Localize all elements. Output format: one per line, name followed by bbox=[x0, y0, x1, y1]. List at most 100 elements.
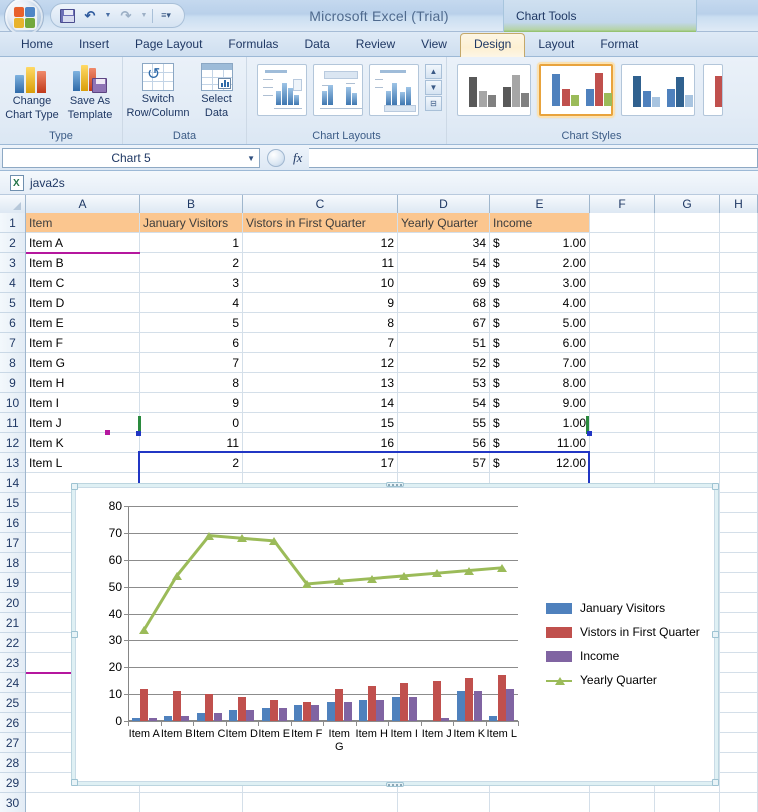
row-header-12[interactable]: 12 bbox=[0, 433, 25, 453]
chart-style-thumb-2-selected[interactable] bbox=[539, 64, 613, 116]
select-data-button[interactable]: Select Data bbox=[191, 60, 242, 119]
cell-item-6[interactable]: Item G bbox=[26, 353, 140, 373]
chart-line-marker-6[interactable] bbox=[334, 577, 345, 586]
cell-empty-20-7[interactable] bbox=[720, 593, 758, 613]
tab-insert[interactable]: Insert bbox=[66, 34, 122, 56]
change-chart-type-button[interactable]: Change Chart Type bbox=[4, 60, 60, 121]
row-header-21[interactable]: 21 bbox=[0, 613, 25, 633]
row-header-26[interactable]: 26 bbox=[0, 713, 25, 733]
cell-income-1[interactable]: $2.00 bbox=[490, 253, 590, 273]
cell-empty-1-5[interactable] bbox=[590, 253, 655, 273]
cell-empty-28-7[interactable] bbox=[720, 753, 758, 773]
tab-format[interactable]: Format bbox=[587, 34, 651, 56]
chart-line-marker-10[interactable] bbox=[464, 566, 475, 575]
cell-empty-5-6[interactable] bbox=[655, 333, 720, 353]
chart-legend[interactable]: January Visitors Vistors in First Quarter… bbox=[546, 596, 700, 692]
cell-empty-1-5[interactable] bbox=[590, 213, 655, 233]
cell-empty-1-7[interactable] bbox=[720, 253, 758, 273]
chart-style-thumb-1[interactable] bbox=[457, 64, 531, 116]
cell-first-quarter-10[interactable]: 16 bbox=[243, 433, 398, 453]
cell-empty-0-6[interactable] bbox=[655, 233, 720, 253]
cell-first-quarter-8[interactable]: 14 bbox=[243, 393, 398, 413]
cell-first-quarter-1[interactable]: 11 bbox=[243, 253, 398, 273]
chart-resize-handle-top-right[interactable] bbox=[712, 483, 719, 490]
selection-handle-magenta-top[interactable] bbox=[105, 430, 110, 435]
cell-first-quarter-5[interactable]: 7 bbox=[243, 333, 398, 353]
cell-empty-17-7[interactable] bbox=[720, 533, 758, 553]
cell-empty-10-6[interactable] bbox=[655, 433, 720, 453]
cell-income-0[interactable]: $1.00 bbox=[490, 233, 590, 253]
cell-yearly-7[interactable]: 53 bbox=[398, 373, 490, 393]
cell-empty-9-7[interactable] bbox=[720, 413, 758, 433]
chart-line-marker-8[interactable] bbox=[399, 571, 410, 580]
tab-layout[interactable]: Layout bbox=[525, 34, 587, 56]
cell-empty-7-7[interactable] bbox=[720, 373, 758, 393]
tab-data[interactable]: Data bbox=[291, 34, 342, 56]
row-header-2[interactable]: 2 bbox=[0, 233, 25, 253]
chart-resize-handle-top-center[interactable] bbox=[386, 482, 404, 487]
switch-row-column-button[interactable]: ↺ Switch Row/Column bbox=[127, 60, 189, 119]
chart-resize-handle-top-left[interactable] bbox=[71, 483, 78, 490]
column-header-a[interactable]: A bbox=[26, 195, 140, 213]
chart-layout-thumb-3[interactable] bbox=[369, 64, 419, 116]
cell-empty-11-5[interactable] bbox=[590, 453, 655, 473]
cell-income-6[interactable]: $7.00 bbox=[490, 353, 590, 373]
selection-handle-blue-top-right[interactable] bbox=[587, 431, 592, 436]
chart-style-thumb-3[interactable] bbox=[621, 64, 695, 116]
cell-january-2[interactable]: 3 bbox=[140, 273, 243, 293]
cell-empty-18-7[interactable] bbox=[720, 553, 758, 573]
cell-empty-6-5[interactable] bbox=[590, 353, 655, 373]
chart-style-thumb-4[interactable] bbox=[703, 64, 723, 116]
cell-first-quarter-4[interactable]: 8 bbox=[243, 313, 398, 333]
chart-layouts-more-icon[interactable]: ⊟ bbox=[425, 96, 442, 111]
cell-empty-22-7[interactable] bbox=[720, 633, 758, 653]
cell-yearly-11[interactable]: 57 bbox=[398, 453, 490, 473]
cell-empty-7-5[interactable] bbox=[590, 373, 655, 393]
row-header-13[interactable]: 13 bbox=[0, 453, 25, 473]
column-header-d[interactable]: D bbox=[398, 195, 490, 213]
cell-empty-21-7[interactable] bbox=[720, 613, 758, 633]
chart-line-marker-0[interactable] bbox=[139, 625, 150, 634]
tab-home[interactable]: Home bbox=[8, 34, 66, 56]
cell-january-8[interactable]: 9 bbox=[140, 393, 243, 413]
cell-empty-2-7[interactable] bbox=[720, 273, 758, 293]
cell-empty-1-6[interactable] bbox=[655, 213, 720, 233]
row-header-23[interactable]: 23 bbox=[0, 653, 25, 673]
cell-first-quarter-2[interactable]: 10 bbox=[243, 273, 398, 293]
cancel-formula-icon[interactable] bbox=[267, 148, 285, 167]
tab-page-layout[interactable]: Page Layout bbox=[122, 34, 215, 56]
row-header-9[interactable]: 9 bbox=[0, 373, 25, 393]
cell-first-quarter-3[interactable]: 9 bbox=[243, 293, 398, 313]
chart-resize-handle-bottom-center[interactable] bbox=[386, 782, 404, 787]
chart-line-marker-3[interactable] bbox=[236, 534, 247, 543]
row-header-17[interactable]: 17 bbox=[0, 533, 25, 553]
cell-header-1[interactable]: January Visitors bbox=[140, 213, 243, 233]
cell-empty-2-5[interactable] bbox=[590, 273, 655, 293]
cell-item-1[interactable]: Item B bbox=[26, 253, 140, 273]
row-header-11[interactable]: 11 bbox=[0, 413, 25, 433]
cell-item-0[interactable]: Item A bbox=[26, 233, 140, 253]
chart-legend-entry-1[interactable]: Vistors in First Quarter bbox=[546, 620, 700, 644]
cell-empty-11-6[interactable] bbox=[655, 453, 720, 473]
cell-empty-3-5[interactable] bbox=[590, 293, 655, 313]
cell-empty-23-7[interactable] bbox=[720, 653, 758, 673]
chart-line-marker-4[interactable] bbox=[269, 536, 280, 545]
cell-empty-0-5[interactable] bbox=[590, 233, 655, 253]
formula-input[interactable] bbox=[309, 147, 758, 168]
row-header-30[interactable]: 30 bbox=[0, 793, 25, 812]
chart-legend-entry-3[interactable]: Yearly Quarter bbox=[546, 668, 700, 692]
chart-legend-entry-2[interactable]: Income bbox=[546, 644, 700, 668]
cell-yearly-2[interactable]: 69 bbox=[398, 273, 490, 293]
cell-january-0[interactable]: 1 bbox=[140, 233, 243, 253]
cell-yearly-1[interactable]: 54 bbox=[398, 253, 490, 273]
row-header-18[interactable]: 18 bbox=[0, 553, 25, 573]
cell-income-4[interactable]: $5.00 bbox=[490, 313, 590, 333]
chart-line-marker-5[interactable] bbox=[301, 579, 312, 588]
cell-empty-6-6[interactable] bbox=[655, 353, 720, 373]
cell-empty-6-7[interactable] bbox=[720, 353, 758, 373]
cell-first-quarter-0[interactable]: 12 bbox=[243, 233, 398, 253]
cell-empty-30-6[interactable] bbox=[655, 793, 720, 812]
cell-january-3[interactable]: 4 bbox=[140, 293, 243, 313]
row-header-14[interactable]: 14 bbox=[0, 473, 25, 493]
cell-first-quarter-9[interactable]: 15 bbox=[243, 413, 398, 433]
